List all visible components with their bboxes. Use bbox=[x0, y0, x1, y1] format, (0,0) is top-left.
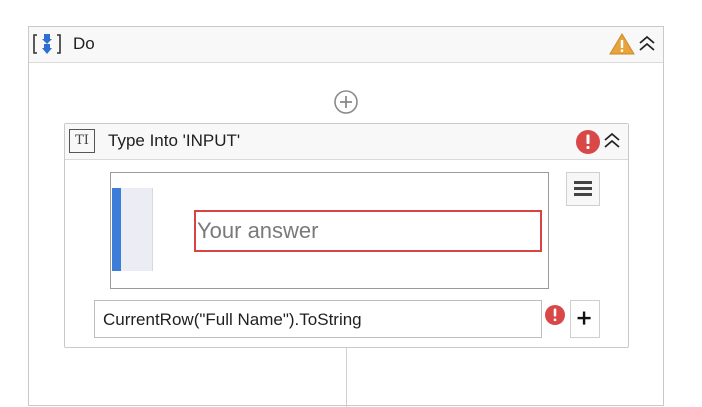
options-menu-button[interactable] bbox=[566, 172, 600, 206]
preview-input-field: Your answer bbox=[194, 210, 542, 252]
hamburger-menu-icon bbox=[574, 193, 592, 196]
target-screenshot-preview[interactable]: Your answer bbox=[110, 172, 549, 289]
type-into-activity[interactable]: TI Type Into 'INPUT' Your answer Current… bbox=[64, 123, 629, 348]
preview-accent-bar bbox=[112, 188, 121, 271]
hamburger-menu-icon bbox=[574, 181, 592, 184]
warning-icon bbox=[609, 33, 635, 55]
do-title: Do bbox=[73, 34, 95, 53]
text-expression-value: CurrentRow("Full Name").ToString bbox=[103, 310, 362, 329]
do-header[interactable]: Do bbox=[29, 27, 663, 63]
add-expression-button[interactable] bbox=[570, 300, 600, 338]
sequence-icon bbox=[33, 34, 61, 54]
connector-line bbox=[346, 347, 347, 407]
error-icon bbox=[576, 130, 600, 154]
type-into-title: Type Into 'INPUT' bbox=[108, 131, 241, 150]
add-activity-button[interactable] bbox=[333, 89, 359, 115]
plus-icon bbox=[577, 311, 591, 325]
collapse-icon[interactable] bbox=[602, 130, 622, 152]
preview-side-panel bbox=[121, 188, 153, 271]
error-icon bbox=[545, 305, 565, 325]
hamburger-menu-icon bbox=[574, 187, 592, 190]
do-container: Do TI Type Into 'INPUT' Your answer Curr… bbox=[28, 26, 664, 407]
collapse-icon[interactable] bbox=[637, 33, 657, 55]
type-into-icon: TI bbox=[69, 129, 95, 153]
type-into-header[interactable]: TI Type Into 'INPUT' bbox=[65, 124, 628, 160]
text-expression-input[interactable]: CurrentRow("Full Name").ToString bbox=[94, 300, 542, 338]
